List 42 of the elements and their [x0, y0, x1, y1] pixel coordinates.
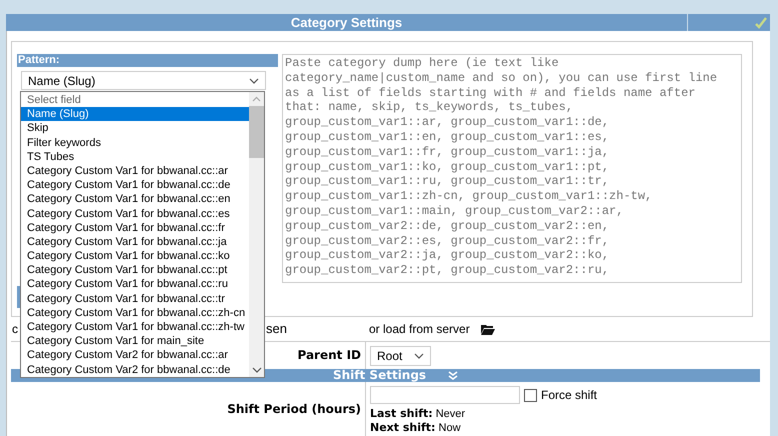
- dropdown-option[interactable]: Category Custom Var1 for bbwanal.cc::es: [21, 206, 249, 221]
- dropdown-option[interactable]: Skip: [21, 121, 249, 136]
- dropdown-option[interactable]: Category Custom Var1 for bbwanal.cc::ar: [21, 164, 249, 178]
- scroll-up-icon[interactable]: [252, 96, 261, 102]
- parent-select[interactable]: Root: [370, 346, 431, 366]
- pattern-select[interactable]: Name (Slug): [21, 71, 266, 90]
- dropdown-option[interactable]: Category Custom Var2 for bbwanal.cc::ar: [21, 348, 249, 363]
- dropdown-option[interactable]: Category Custom Var1 for bbwanal.cc::ko: [21, 249, 249, 264]
- load-from-server-link[interactable]: or load from server: [369, 320, 470, 338]
- field-label: Pattern:: [17, 54, 278, 67]
- dropdown-option[interactable]: TS Tubes: [21, 150, 249, 164]
- shift-period-field[interactable]: [370, 386, 520, 404]
- dropdown-option[interactable]: Category Custom Var1 for bbwanal.cc::zh-tw: [21, 320, 249, 334]
- last-shift-text: Last shift: Never: [370, 407, 466, 421]
- dropdown-option[interactable]: Category Custom Var1 for bbwanal.cc::de: [21, 178, 249, 192]
- file-text: sen: [266, 320, 287, 338]
- dump-textarea[interactable]: Paste category dump here (ie text like category_name|custom_name and so on), you can use first line as a list of fields starting with # and fields name after that: name, skip, ts_keywords, ts_tubes, group_custom_var1::ar, group_custom_var1::de, group_custom_var1::en, group_custom_var1::es, group_custom_var1::fr, group_custom_var1::ja, group_custom_var1::ko, group_custom_var1::pt, group_custom_var1::ru, group_custom_var1::tr, group_custom_var1::zh-cn, group_custom_var1::zh-tw, group_custom_var1::main, group_custom_var2::ar, group_custom_var2::de, group_custom_var2::en, group_custom_var2::es, group_custom_var2::fr, group_custom_var2::ja, group_custom_var2::ko, group_custom_var2::pt, group_custom_var2::ru,: [282, 54, 742, 283]
- scroll-down-icon: [252, 367, 262, 373]
- dropdown-option[interactable]: Category Custom Var1 for bbwanal.cc::en: [21, 192, 249, 206]
- dropdown-option[interactable]: Category Custom Var1 for bbwanal.cc::fr: [21, 220, 249, 235]
- force-shift-checkbox[interactable]: [524, 388, 537, 402]
- file-text: c: [12, 321, 18, 338]
- next-shift-text: Next shift: Now: [370, 421, 462, 435]
- dropdown-option[interactable]: Name (Slug): [21, 107, 249, 122]
- dropdown-option[interactable]: Select field: [21, 93, 249, 108]
- chevron-down-icon: [414, 352, 424, 358]
- chevron-down-icon: [249, 78, 259, 84]
- dropdown-option[interactable]: Category Custom Var1 for bbwanal.cc::pt: [21, 263, 249, 278]
- dropdown-option[interactable]: Category Custom Var1 for bbwanal.cc::zh-cn: [21, 306, 249, 320]
- folder-icon[interactable]: [481, 324, 495, 334]
- dropdown-option[interactable]: Filter keywords: [21, 136, 249, 150]
- checkmark-icon[interactable]: [754, 16, 768, 30]
- section-title: Shift Settings: [333, 369, 426, 382]
- dropdown-option[interactable]: Category Custom Var1 for bbwanal.cc::tr: [21, 292, 249, 306]
- scrollbar[interactable]: [249, 92, 264, 377]
- field-label: Shift Period (hours): [11, 382, 366, 436]
- dropdown-option[interactable]: Category Custom Var1 for bbwanal.cc::ja: [21, 234, 249, 250]
- section-header: Category Settings: [6, 14, 688, 31]
- dropdown-option[interactable]: Category Custom Var1 for bbwanal.cc::ru: [21, 277, 249, 292]
- double-chevron-down-icon[interactable]: [448, 370, 458, 380]
- scroll-thumb[interactable]: [249, 106, 264, 158]
- checkbox-label: Force shift: [541, 387, 598, 404]
